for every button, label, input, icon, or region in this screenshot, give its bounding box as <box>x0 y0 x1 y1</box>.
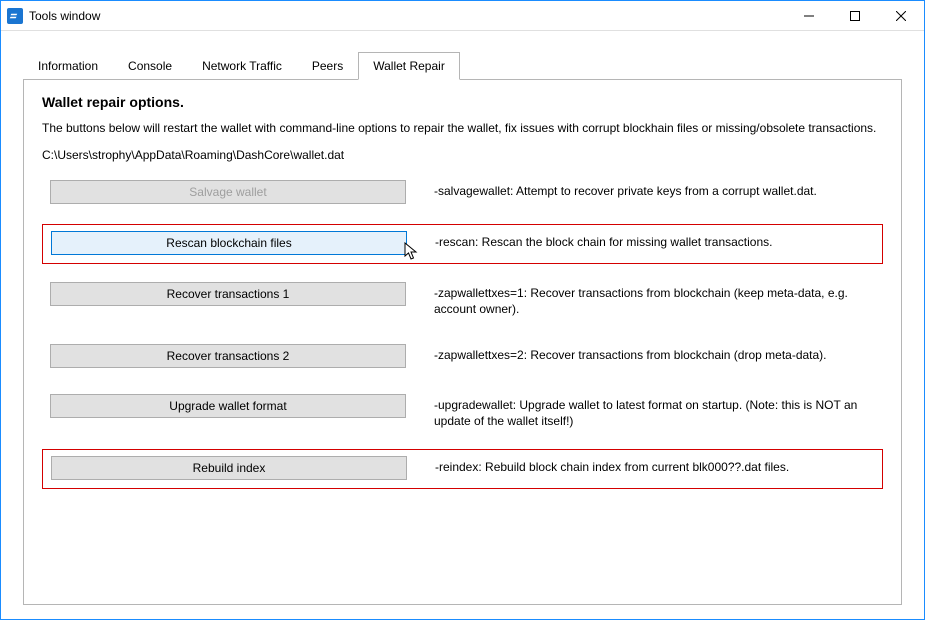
repair-option-description: -upgradewallet: Upgrade wallet to latest… <box>434 394 875 429</box>
maximize-button[interactable] <box>832 1 878 31</box>
tab-network-traffic[interactable]: Network Traffic <box>187 52 297 80</box>
tools-window: Tools window InformationConsoleNetwork T… <box>0 0 925 620</box>
repair-option-row: Upgrade wallet format -upgradewallet: Upg… <box>42 388 883 437</box>
tab-peers[interactable]: Peers <box>297 52 358 80</box>
window-controls <box>786 1 924 31</box>
close-button[interactable] <box>878 1 924 31</box>
page-description: The buttons below will restart the walle… <box>42 120 883 136</box>
repair-option-description: -reindex: Rebuild block chain index from… <box>435 456 789 475</box>
repair-option-row: Rescan blockchain files -rescan: Rescan t… <box>42 224 883 264</box>
recover-transactions-2-button[interactable]: Recover transactions 2 <box>50 344 406 368</box>
tab-panel: Wallet repair options. The buttons below… <box>23 79 902 605</box>
page-heading: Wallet repair options. <box>42 94 883 110</box>
titlebar: Tools window <box>1 1 924 31</box>
repair-option-description: -rescan: Rescan the block chain for miss… <box>435 231 772 250</box>
repair-option-row: Rebuild index -reindex: Rebuild block cha… <box>42 449 883 489</box>
tab-console[interactable]: Console <box>113 52 187 80</box>
repair-option-description: -salvagewallet: Attempt to recover priva… <box>434 180 817 199</box>
rebuild-index-button[interactable]: Rebuild index <box>51 456 407 480</box>
tab-information[interactable]: Information <box>23 52 113 80</box>
window-title: Tools window <box>29 9 100 23</box>
upgrade-wallet-format-button[interactable]: Upgrade wallet format <box>50 394 406 418</box>
minimize-button[interactable] <box>786 1 832 31</box>
repair-option-description: -zapwallettxes=2: Recover transactions f… <box>434 344 827 363</box>
repair-option-row: Recover transactions 2 -zapwallettxes=2: … <box>42 338 883 376</box>
dash-app-icon <box>7 8 23 24</box>
repair-option-row: Salvage wallet -salvagewallet: Attempt to… <box>42 174 883 212</box>
cursor-icon <box>404 242 420 269</box>
repair-options-list: Salvage wallet -salvagewallet: Attempt to… <box>42 174 883 489</box>
content-area: InformationConsoleNetwork TrafficPeersWa… <box>1 31 924 619</box>
tab-wallet-repair[interactable]: Wallet Repair <box>358 52 460 80</box>
rescan-blockchain-files-button[interactable]: Rescan blockchain files <box>51 231 407 255</box>
repair-option-description: -zapwallettxes=1: Recover transactions f… <box>434 282 875 317</box>
recover-transactions-1-button[interactable]: Recover transactions 1 <box>50 282 406 306</box>
salvage-wallet-button: Salvage wallet <box>50 180 406 204</box>
repair-option-row: Recover transactions 1 -zapwallettxes=1: … <box>42 276 883 325</box>
wallet-path: C:\Users\strophy\AppData\Roaming\DashCor… <box>42 148 883 162</box>
tab-bar: InformationConsoleNetwork TrafficPeersWa… <box>23 51 902 79</box>
